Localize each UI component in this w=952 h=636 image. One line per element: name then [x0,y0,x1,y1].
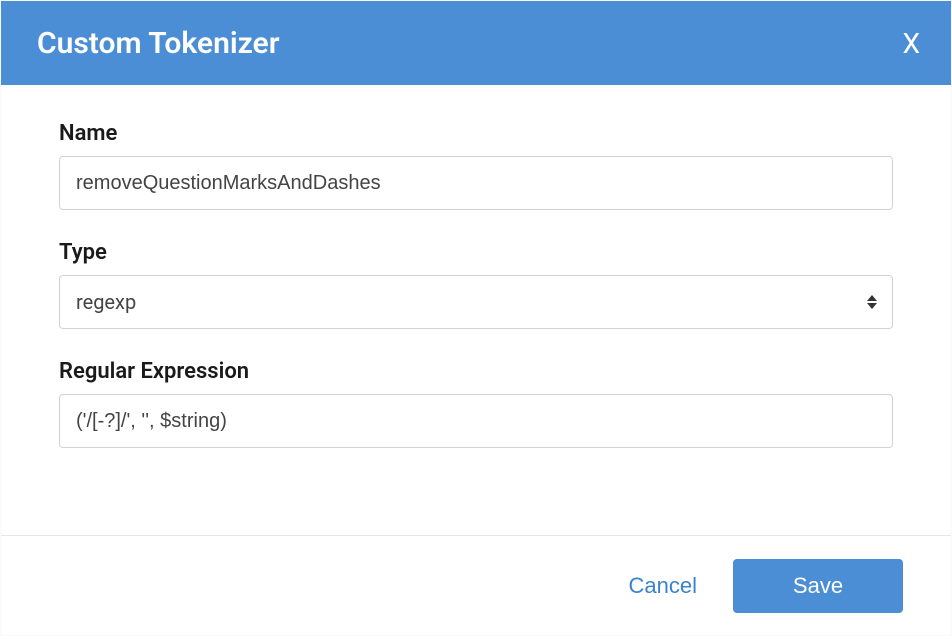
type-select[interactable]: regexp [59,275,893,329]
type-select-wrap: regexp [59,275,893,329]
type-select-value: regexp [76,290,136,314]
cancel-button[interactable]: Cancel [629,573,697,599]
dialog-header: Custom Tokenizer X [1,1,951,85]
dialog-title: Custom Tokenizer [37,26,280,61]
close-icon[interactable]: X [902,27,921,60]
name-group: Name [59,121,893,210]
regex-label: Regular Expression [59,359,893,384]
save-button[interactable]: Save [733,559,903,613]
type-label: Type [59,240,893,265]
custom-tokenizer-dialog: Custom Tokenizer X Name Type regexp Regu… [0,0,952,636]
name-field[interactable] [59,156,893,210]
type-group: Type regexp [59,240,893,329]
dialog-footer: Cancel Save [1,535,951,635]
regex-field[interactable] [59,394,893,448]
dialog-body: Name Type regexp Regular Expression [1,85,951,535]
name-label: Name [59,121,893,146]
regex-group: Regular Expression [59,359,893,448]
